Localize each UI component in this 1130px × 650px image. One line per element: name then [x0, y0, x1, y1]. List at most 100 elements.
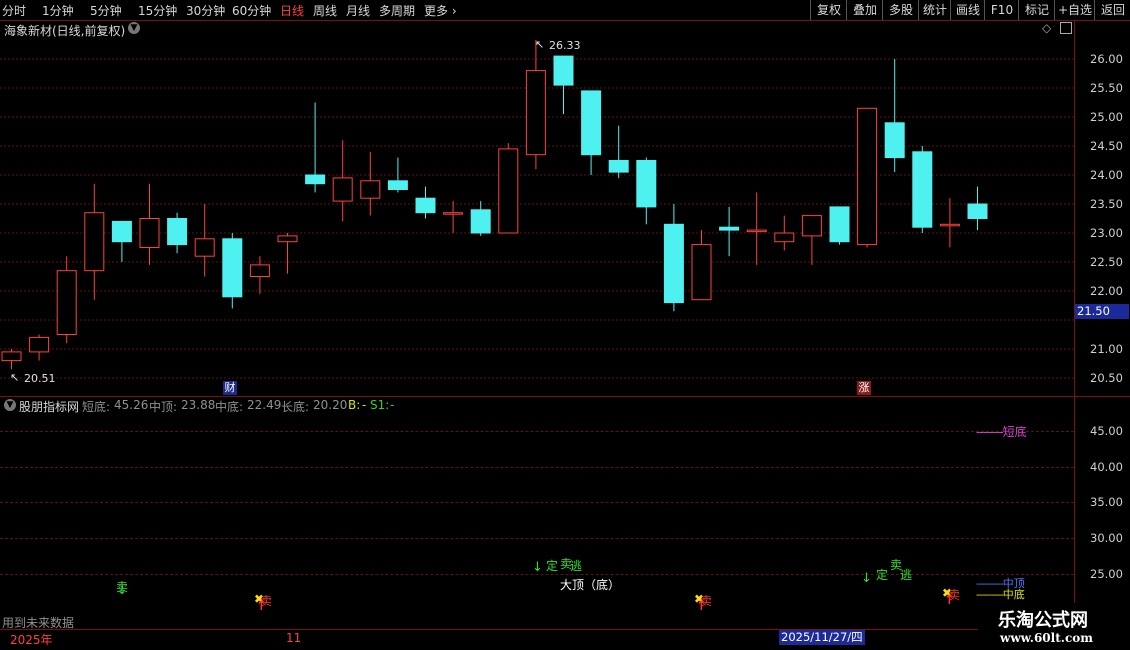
candle-body — [415, 197, 436, 214]
b-value: - — [362, 398, 367, 412]
s1-label: S1: — [370, 398, 390, 412]
ding-signal-text: 定 — [546, 559, 559, 573]
candle-body — [443, 212, 464, 215]
tao-signal-text: 逃 — [900, 568, 913, 582]
candle[interactable] — [636, 157, 657, 225]
tao-signal-text: 逃 — [570, 559, 583, 573]
candle[interactable] — [415, 186, 436, 219]
candle[interactable] — [774, 215, 795, 251]
candle[interactable] — [194, 204, 215, 277]
indicator-gridline — [0, 467, 1074, 468]
candle[interactable] — [1, 349, 22, 370]
candle[interactable] — [84, 183, 105, 300]
price-tick: 22.50 — [1090, 255, 1123, 269]
candle[interactable] — [470, 201, 491, 236]
candle[interactable] — [663, 204, 684, 312]
year-label: 2025年 — [10, 633, 53, 647]
candle[interactable] — [857, 107, 878, 248]
candle[interactable] — [884, 59, 905, 173]
candle[interactable] — [222, 233, 243, 309]
indicator-gridline — [0, 502, 1074, 503]
candle[interactable] — [305, 102, 326, 193]
param-value: 23.88 — [181, 398, 216, 412]
back-button[interactable]: 返回 — [1094, 0, 1130, 20]
low-annotation: 20.51 — [24, 372, 56, 385]
axis-divider — [1074, 21, 1075, 629]
candle-body — [581, 90, 602, 156]
candle[interactable] — [332, 140, 353, 222]
s1-value: - — [390, 398, 395, 412]
candle-body — [967, 203, 988, 219]
candle[interactable] — [801, 215, 822, 265]
indicator-menu-icon[interactable]: ▼ — [4, 399, 16, 411]
candle[interactable] — [608, 125, 629, 178]
candle[interactable] — [912, 146, 933, 233]
candle[interactable] — [443, 201, 464, 233]
candle-body — [167, 218, 188, 246]
high-annotation: 26.33 — [549, 39, 581, 52]
candle[interactable] — [581, 90, 602, 175]
candle[interactable] — [360, 151, 381, 216]
candle-body — [332, 177, 353, 202]
candle[interactable] — [719, 206, 740, 257]
candle[interactable] — [56, 256, 77, 344]
up-arrow-icon: ↑ — [696, 599, 707, 614]
candle-body — [387, 180, 408, 191]
price-tick: 21.00 — [1090, 342, 1123, 356]
indicator-tick: 30.00 — [1090, 531, 1123, 545]
candle-body — [857, 107, 878, 246]
candle[interactable] — [553, 55, 574, 115]
candle[interactable] — [139, 183, 160, 265]
candle-body — [56, 270, 77, 336]
candle-body — [498, 148, 519, 234]
legend-label: 中底 — [1002, 588, 1025, 601]
candle-body — [139, 218, 160, 248]
price-tick: 20.50 — [1090, 371, 1123, 385]
candlestick-chart[interactable] — [0, 0, 1074, 396]
candle-body — [746, 229, 767, 233]
candle-body — [84, 212, 105, 272]
candle[interactable] — [691, 230, 712, 301]
candle[interactable] — [111, 220, 132, 262]
candle-body — [774, 232, 795, 243]
candle-body — [360, 180, 381, 199]
limit-up-badge[interactable]: 涨 — [857, 381, 871, 395]
candle[interactable] — [167, 212, 188, 254]
candle[interactable] — [967, 186, 988, 231]
indicator-name: 股朋指标网 — [19, 400, 80, 414]
candle[interactable] — [277, 233, 298, 274]
price-tick: 23.50 — [1090, 197, 1123, 211]
watermark-name: 乐淘公式网 — [998, 610, 1088, 631]
indicator-tick: 40.00 — [1090, 460, 1123, 474]
candle-body — [1, 351, 22, 362]
watermark-url: www.60lt.com — [1000, 631, 1093, 645]
candle-body — [801, 215, 822, 237]
candle-body — [719, 226, 740, 231]
high-annotation-arrow: ↖ — [535, 38, 545, 51]
candle-body — [884, 122, 905, 159]
candle[interactable] — [746, 192, 767, 265]
panel-divider — [0, 396, 1130, 397]
candle-body — [277, 235, 298, 243]
param-label: 长底: — [281, 400, 310, 414]
footer-divider — [0, 629, 1130, 630]
candle[interactable] — [829, 206, 850, 245]
watermark-logo: 乐淘公式网 www.60lt.com — [978, 603, 1130, 650]
candle-body — [249, 264, 270, 277]
candle[interactable] — [498, 143, 519, 234]
candle-body — [829, 206, 850, 243]
legend-short-bottom: --------短底 — [976, 425, 1027, 439]
indicator-gridline — [0, 431, 1074, 432]
legend-label: 短底 — [1002, 425, 1027, 439]
candle[interactable] — [939, 198, 960, 248]
date-cursor: 2025/11/27/四 — [779, 630, 865, 645]
price-tick: 25.50 — [1090, 81, 1123, 95]
candle-body — [636, 160, 657, 208]
candle[interactable] — [29, 334, 50, 361]
price-tick: 25.00 — [1090, 110, 1123, 124]
candle-body — [29, 336, 50, 353]
candle-body — [608, 160, 629, 173]
finance-badge[interactable]: 财 — [223, 381, 237, 395]
indicator-tick: 35.00 — [1090, 495, 1123, 509]
ding-signal-text: 定 — [876, 568, 889, 582]
